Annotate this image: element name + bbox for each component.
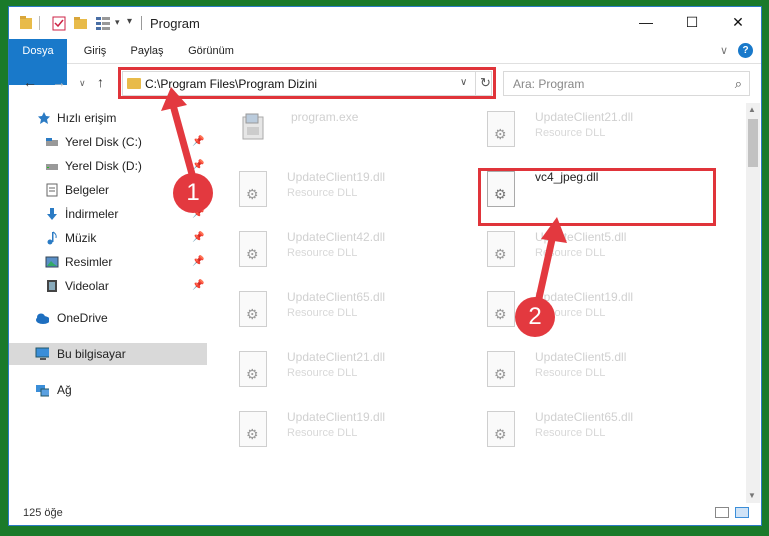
callout-1: 1 <box>173 173 213 213</box>
explorer-window: ▾ ▾ Program — ☐ ✕ Dosya Giriş Paylaş Gör… <box>8 6 762 526</box>
annotation-arrows <box>161 87 567 308</box>
callout-2: 2 <box>515 297 555 337</box>
arrow-2-head <box>541 217 567 243</box>
arrow-2 <box>533 234 557 308</box>
arrow-1-head <box>161 87 187 111</box>
